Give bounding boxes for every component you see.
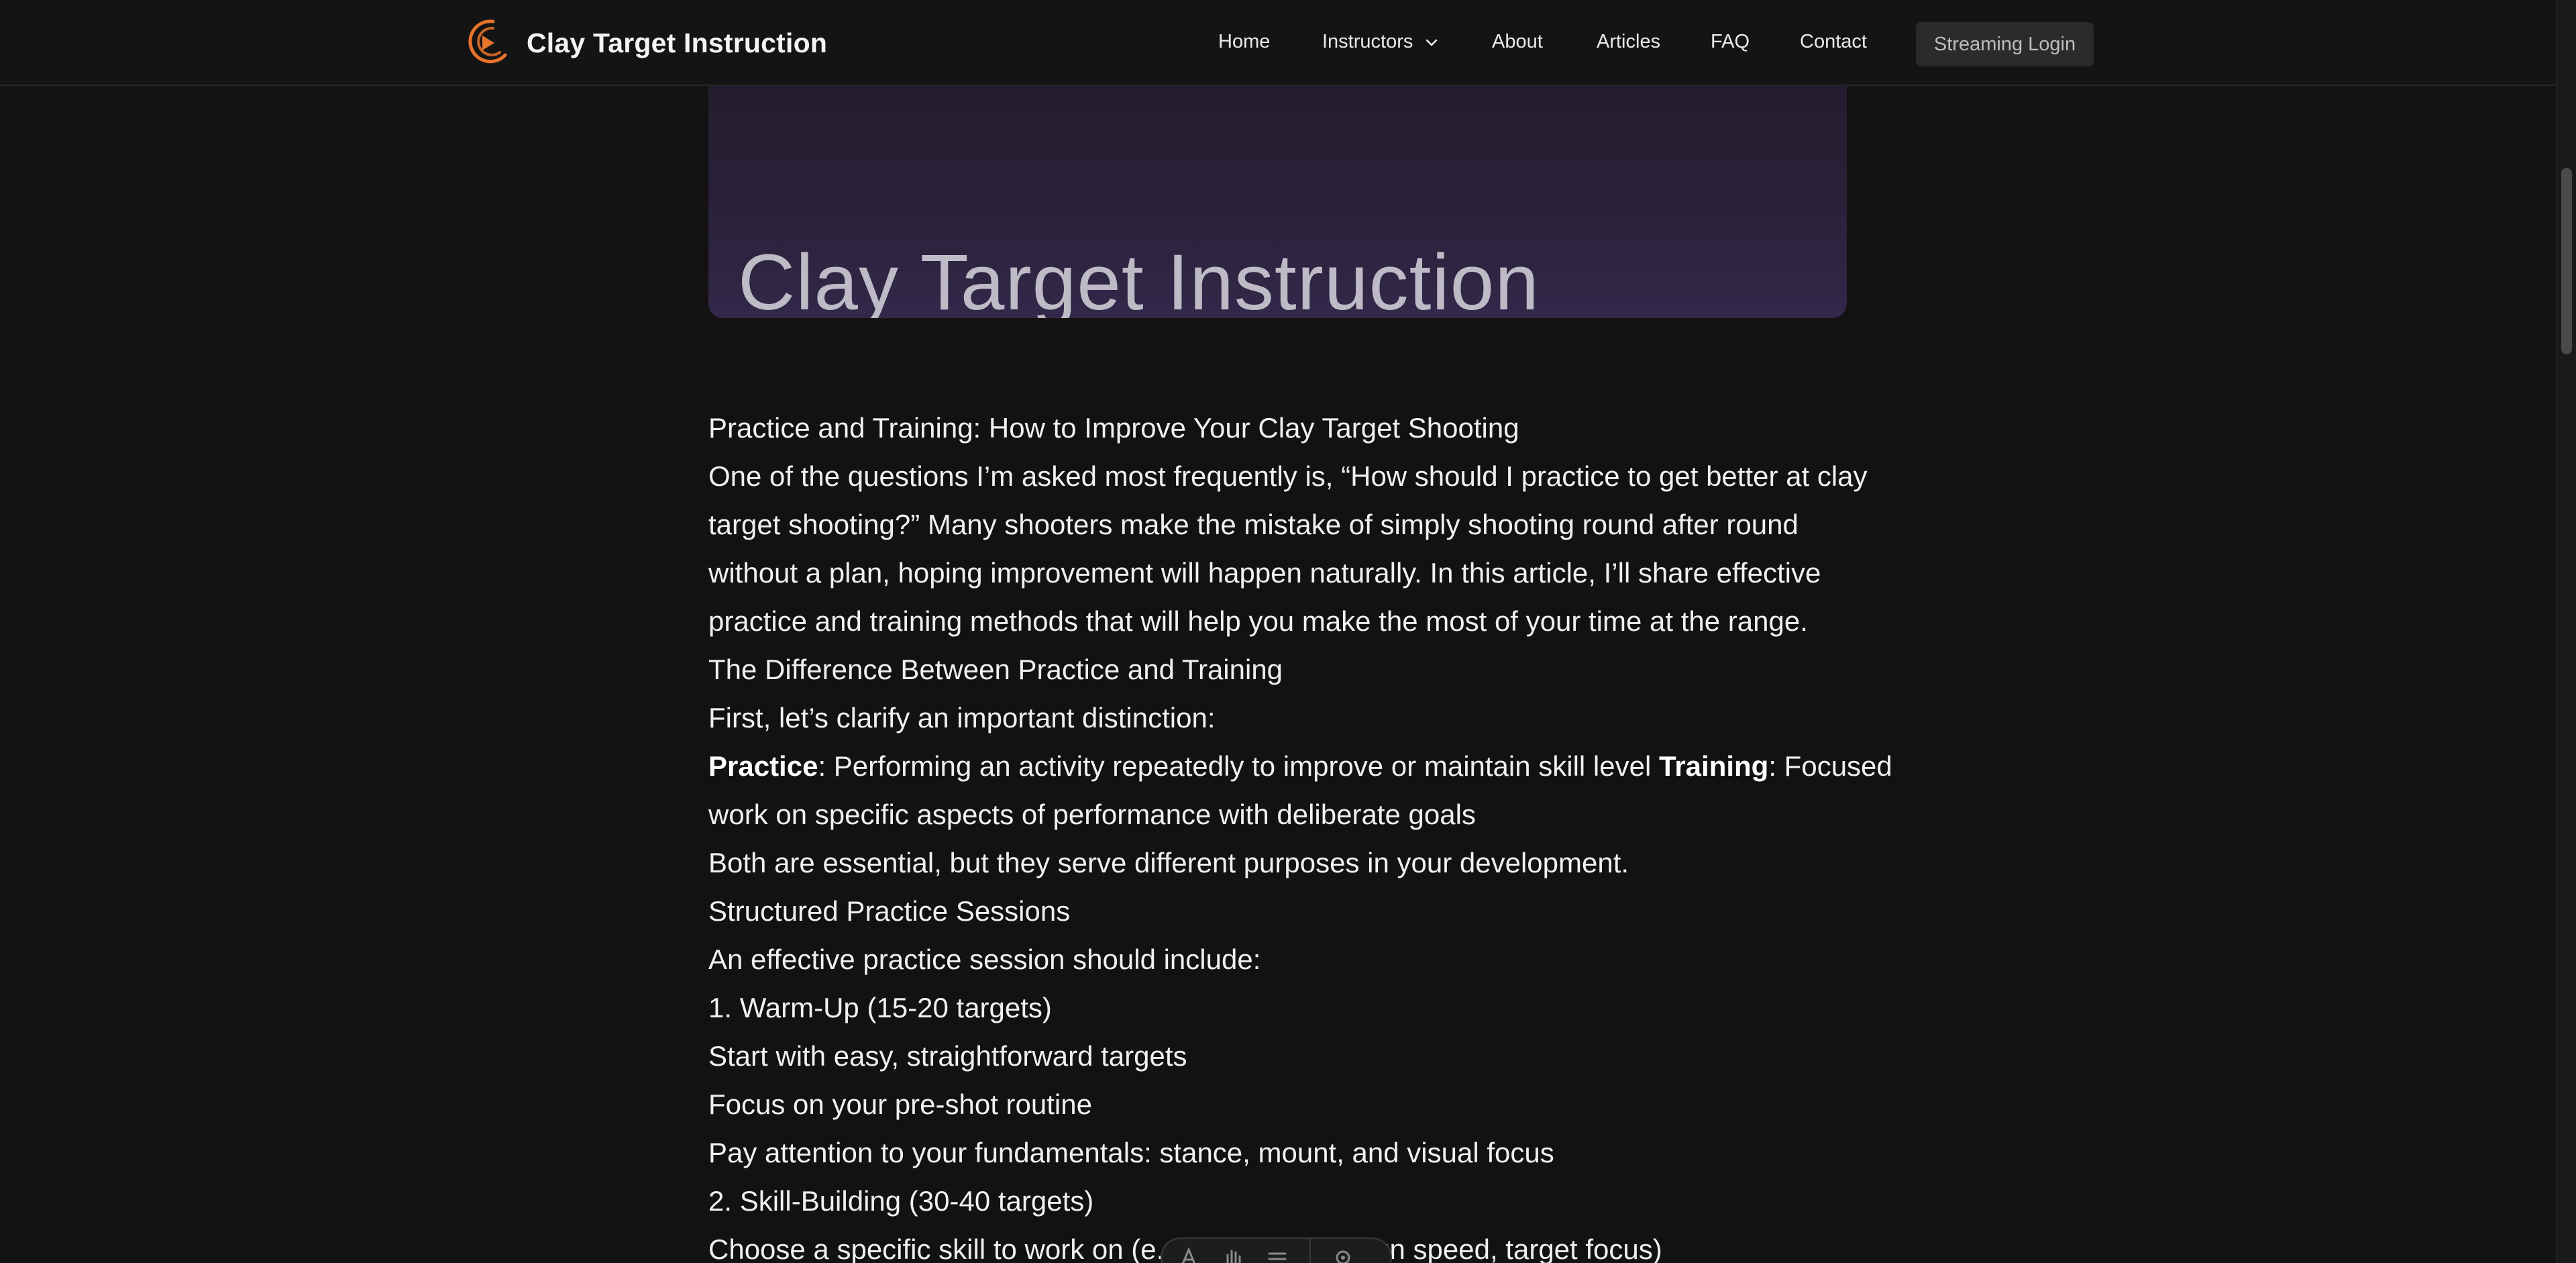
training-definition-cont: work on specific aspects of performance … <box>708 799 1476 830</box>
distinction-intro: First, let’s clarify an important distin… <box>708 702 1216 734</box>
scrollbar-thumb[interactable] <box>2561 168 2572 354</box>
intro-line-3: without a plan, hoping improvement will … <box>708 557 1821 589</box>
step1-item-2: Focus on your pre-shot routine <box>708 1089 1092 1120</box>
site-header: Clay Target Instruction Home Instructors… <box>0 0 2556 86</box>
hero-title: Clay Target Instruction <box>738 238 1540 318</box>
step1-item-3: Pay attention to your fundamentals: stan… <box>708 1137 1554 1168</box>
practice-definition: : Performing an activity repeatedly to i… <box>818 750 1659 782</box>
intro-line-1: One of the questions I’m asked most freq… <box>708 460 1868 492</box>
hero-banner: Clay Target Instruction <box>708 67 1847 318</box>
floating-reader-toolbar[interactable] <box>1161 1237 1392 1263</box>
nav-about[interactable]: About <box>1492 31 1543 53</box>
page-scrollbar[interactable] <box>2556 0 2576 1263</box>
step2-heading: 2. Skill-Building (30-40 targets) <box>708 1185 1094 1217</box>
training-definition: : Focused <box>1768 750 1892 782</box>
streaming-login-button[interactable]: Streaming Login <box>1916 22 2094 66</box>
nav-instructors[interactable]: Instructors <box>1322 31 1438 53</box>
practice-term: Practice <box>708 750 818 782</box>
definitions-line: Practice: Performing an activity repeate… <box>708 742 1892 791</box>
lines-icon[interactable] <box>1265 1246 1289 1263</box>
step1-item-1: Start with easy, straightforward targets <box>708 1040 1187 1072</box>
page: Clay Target Instruction Home Instructors… <box>0 0 2576 1263</box>
text-size-icon[interactable] <box>1177 1246 1201 1263</box>
session-intro: An effective practice session should inc… <box>708 944 1261 975</box>
training-term: Training <box>1658 750 1769 782</box>
toolbar-separator <box>1309 1237 1311 1263</box>
nav-contact[interactable]: Contact <box>1800 31 1867 53</box>
intro-line-2: target shooting?” Many shooters make the… <box>708 509 1799 540</box>
settings-icon[interactable] <box>1331 1246 1355 1263</box>
hand-icon[interactable] <box>1221 1246 1245 1263</box>
nav-instructors-label: Instructors <box>1322 31 1413 52</box>
intro-line-4: practice and training methods that will … <box>708 605 1808 637</box>
article-body: Practice and Training: How to Improve Yo… <box>708 404 1892 1263</box>
nav-articles[interactable]: Articles <box>1597 31 1660 53</box>
both-essential: Both are essential, but they serve diffe… <box>708 847 1629 878</box>
section-heading-difference: The Difference Between Practice and Trai… <box>708 654 1283 685</box>
step1-heading: 1. Warm-Up (15-20 targets) <box>708 992 1052 1023</box>
chevron-down-icon <box>1426 39 1438 46</box>
section-heading-structured: Structured Practice Sessions <box>708 895 1071 927</box>
nav-home[interactable]: Home <box>1218 31 1270 53</box>
article-title: Practice and Training: How to Improve Yo… <box>708 412 1519 444</box>
nav-faq[interactable]: FAQ <box>1711 31 1750 53</box>
main-nav: Home Instructors About Articles FAQ Cont… <box>0 0 2556 86</box>
